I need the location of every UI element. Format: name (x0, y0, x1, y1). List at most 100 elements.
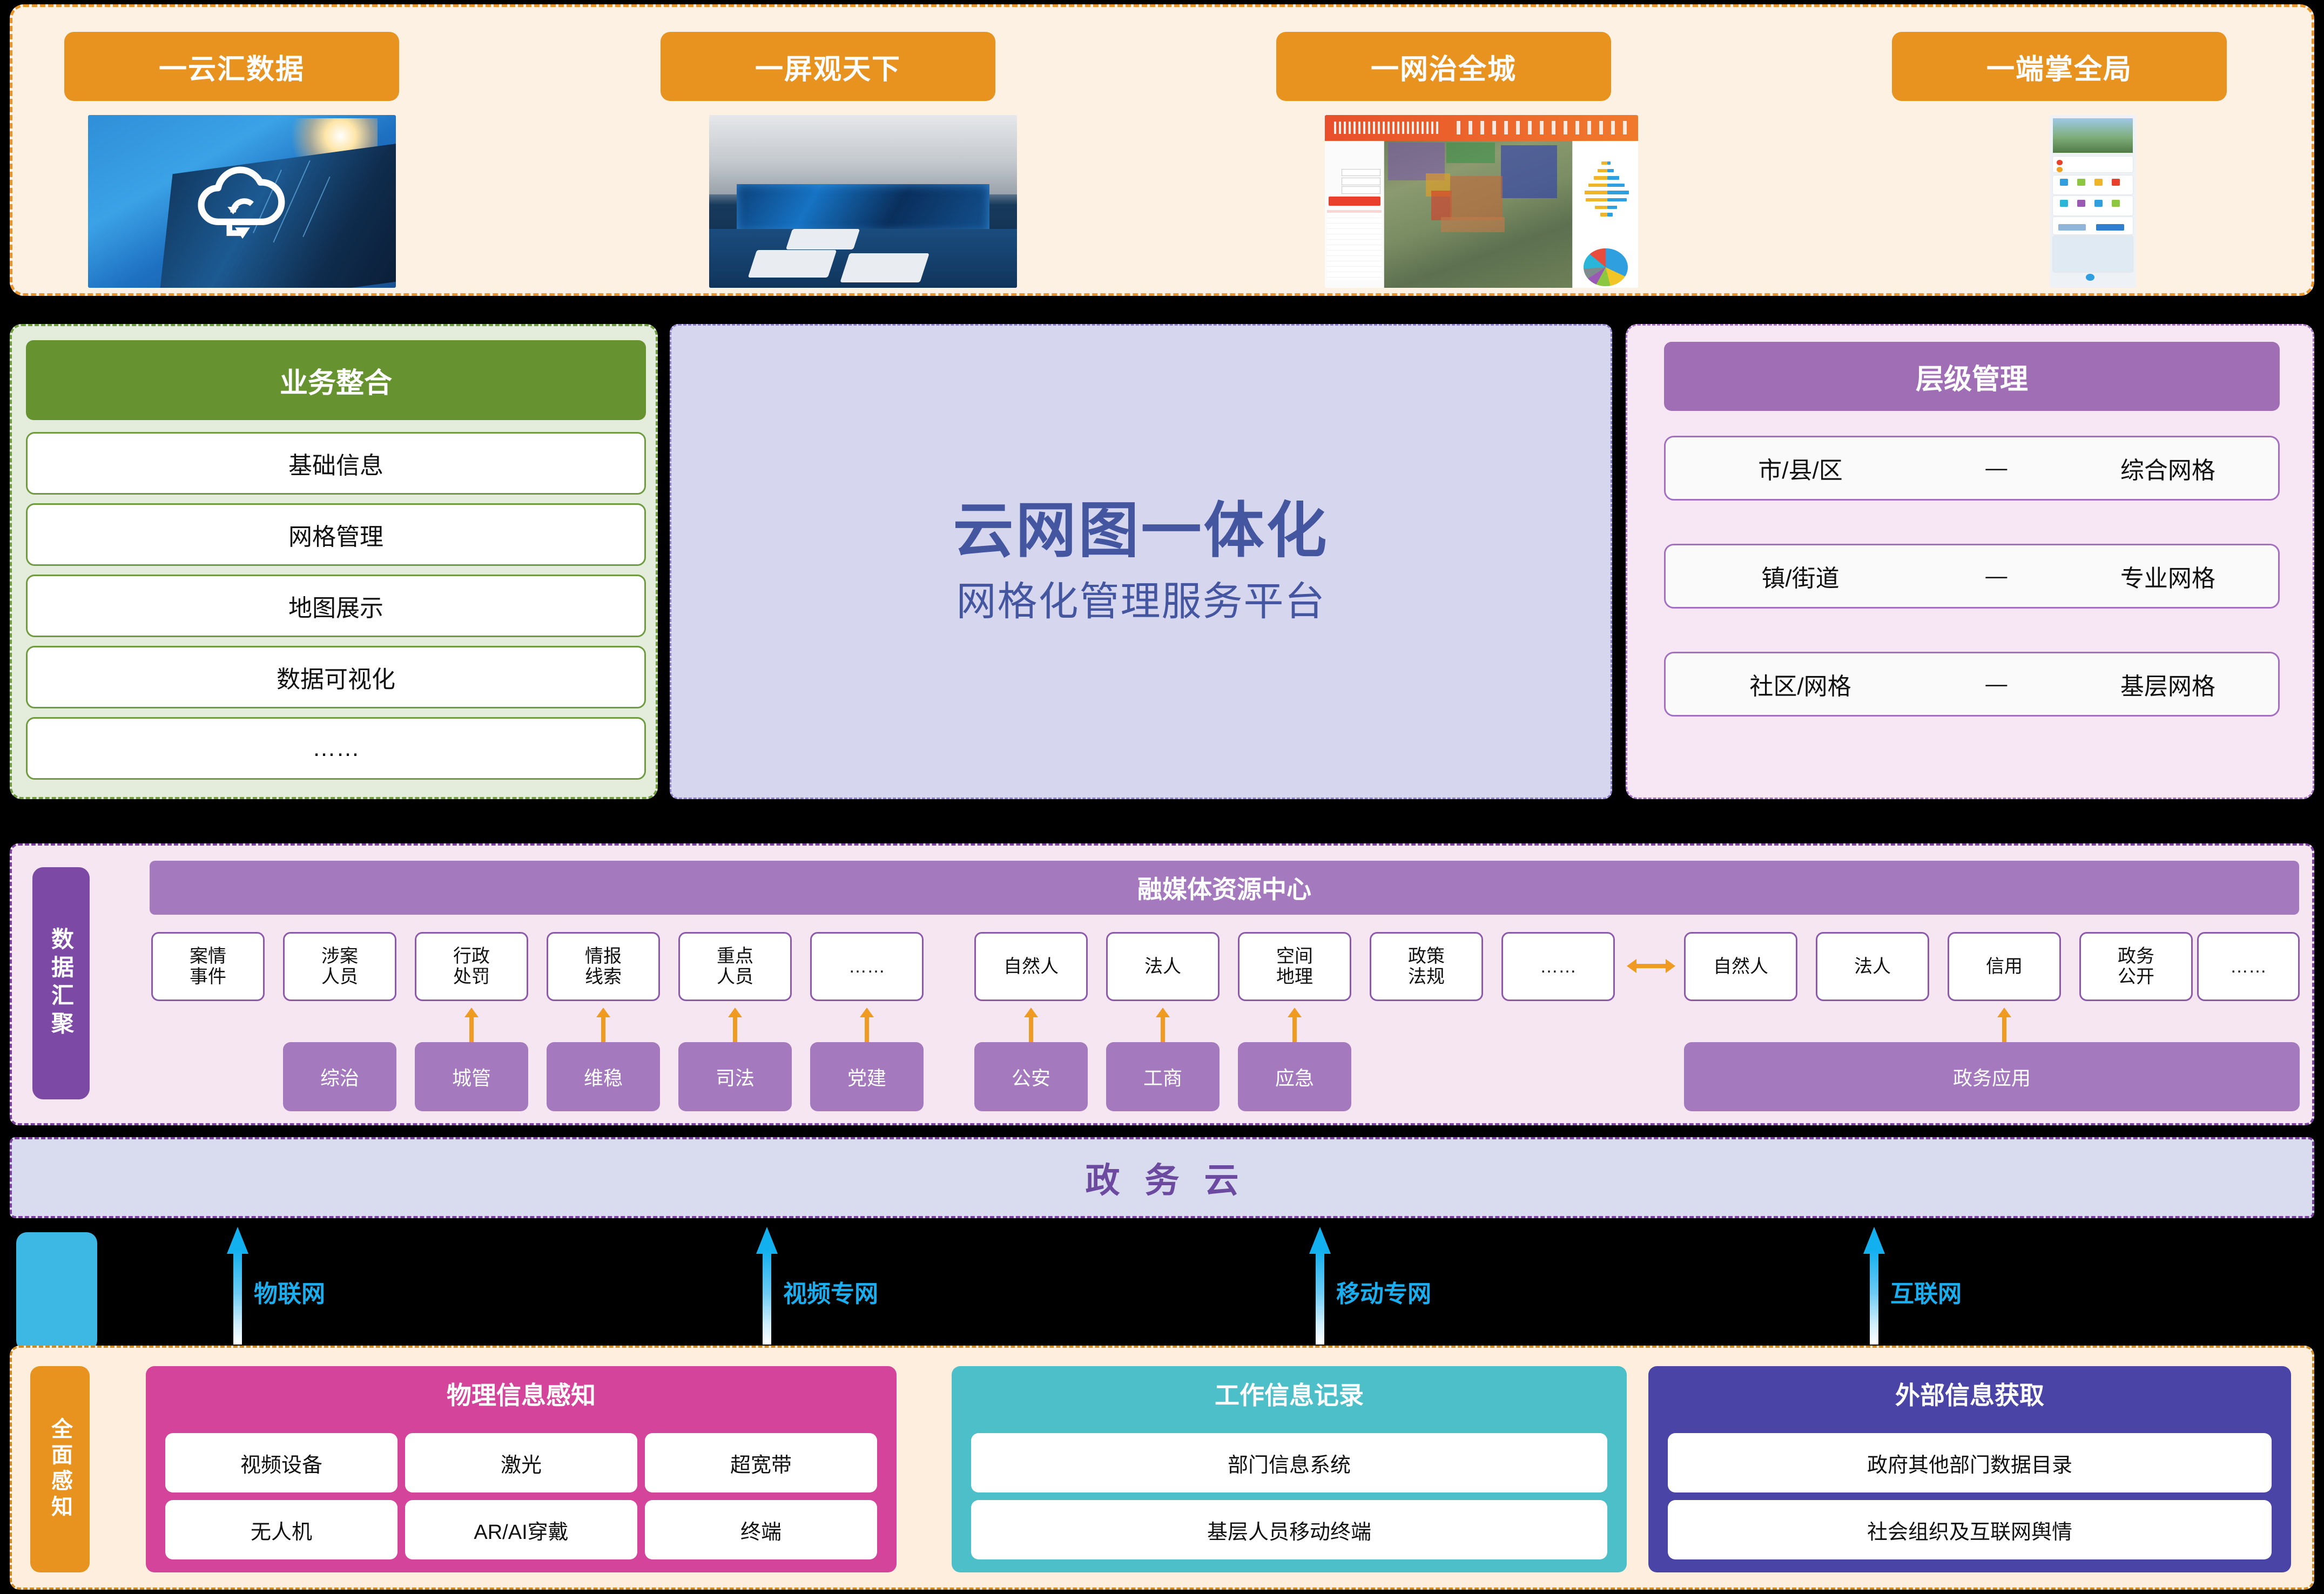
department-chip[interactable]: 公安 (974, 1042, 1088, 1111)
cloud-sync-icon (198, 166, 285, 239)
perception-cell[interactable]: 政府其他部门数据目录 (1668, 1433, 2272, 1492)
platform-title: 云网图一体化 (953, 497, 1329, 565)
hierarchy-management-panel: 层级管理 市/县/区 — 综合网格 镇/街道 — 专业网格 社区/网格 — 基层… (1626, 324, 2314, 799)
hierarchy-grid-type: 专业网格 (2120, 565, 2215, 592)
data-chip[interactable]: 空间 地理 (1238, 932, 1351, 1001)
perception-cell[interactable]: 无人机 (165, 1500, 398, 1559)
data-chip[interactable]: 政策 法规 (1370, 932, 1483, 1001)
network-arrow-label: 视频专网 (783, 1281, 878, 1307)
department-chip[interactable]: 应急 (1238, 1042, 1351, 1111)
data-chip[interactable]: 情报 线索 (547, 932, 660, 1001)
vision-pill-3[interactable]: 一网治全城 (1276, 32, 1611, 101)
data-chip[interactable]: 法人 (1106, 932, 1220, 1001)
network-arrow-label: 移动专网 (1336, 1281, 1431, 1307)
group-link-arrow (1627, 959, 1675, 973)
full-perception-label: 全面感知 (30, 1366, 90, 1572)
hierarchy-row-2[interactable]: 社区/网格 — 基层网格 (1664, 652, 2280, 717)
network-arrow-label: 互联网 (1890, 1281, 1962, 1307)
network-arrow-label: 物联网 (254, 1281, 325, 1307)
department-chip[interactable]: 工商 (1106, 1042, 1220, 1111)
physical-perception-title: 物理信息感知 (447, 1381, 596, 1409)
business-item-1[interactable]: 网格管理 (26, 503, 646, 566)
data-chip[interactable]: 行政 处罚 (415, 932, 528, 1001)
perception-cell[interactable]: 视频设备 (165, 1433, 398, 1492)
data-chip[interactable]: 案情 事件 (151, 932, 265, 1001)
department-chip[interactable]: 城管 (415, 1042, 528, 1111)
platform-subtitle: 网格化管理服务平台 (956, 578, 1326, 624)
data-chip[interactable]: 重点 人员 (678, 932, 792, 1001)
data-chip[interactable]: 政务 公开 (2079, 932, 2193, 1001)
dash-connector: — (1985, 456, 2008, 480)
department-chip-wide[interactable]: 政务应用 (1684, 1042, 2300, 1111)
control-room-photo (709, 115, 1017, 288)
data-chip[interactable]: 自然人 (1684, 932, 1797, 1001)
government-cloud-label: 政务云 (1085, 1161, 1264, 1200)
perception-cell[interactable]: 部门信息系统 (971, 1433, 1607, 1492)
hierarchy-grid-type: 综合网格 (2120, 457, 2215, 484)
data-aggregation-label: 数据汇聚 (32, 867, 90, 1099)
department-chip[interactable]: 综治 (283, 1042, 396, 1111)
perception-cell[interactable]: 社会组织及互联网舆情 (1668, 1500, 2272, 1559)
data-chip[interactable]: 法人 (1816, 932, 1929, 1001)
business-item-label: 数据可视化 (277, 666, 395, 693)
network-arrow-video (756, 1227, 778, 1345)
network-arrow-internet (1863, 1227, 1885, 1345)
vision-pill-1[interactable]: 一云汇数据 (64, 32, 399, 101)
hierarchy-row-1[interactable]: 镇/街道 — 专业网格 (1664, 544, 2280, 609)
hierarchy-grid-type: 基层网格 (2120, 673, 2215, 700)
dash-connector: — (1985, 672, 2008, 696)
hierarchy-level-name: 镇/街道 (1761, 565, 1840, 592)
network-arrow-iot (227, 1227, 248, 1345)
business-item-label: 基础信息 (288, 452, 383, 479)
vision-pill-label: 一屏观天下 (755, 53, 901, 85)
gis-dashboard-screenshot (1325, 115, 1638, 288)
perception-cell[interactable]: 超宽带 (645, 1433, 877, 1492)
vision-pill-label: 一网治全城 (1370, 53, 1517, 85)
platform-core-panel: 云网图一体化 网格化管理服务平台 (670, 324, 1612, 799)
business-item-4[interactable]: …… (26, 717, 646, 780)
perception-cell[interactable]: 激光 (405, 1433, 637, 1492)
data-chip[interactable]: 自然人 (974, 932, 1088, 1001)
hierarchy-level-name: 市/县/区 (1758, 457, 1843, 484)
perception-cell[interactable]: 终端 (645, 1500, 877, 1559)
vision-pill-4[interactable]: 一端掌全局 (1892, 32, 2227, 101)
work-record-title: 工作信息记录 (1215, 1381, 1364, 1409)
data-chip[interactable]: …… (2197, 932, 2300, 1001)
hierarchy-row-0[interactable]: 市/县/区 — 综合网格 (1664, 436, 2280, 501)
department-chip[interactable]: 维稳 (547, 1042, 660, 1111)
business-integration-panel: 业务整合 基础信息 网格管理 地图展示 数据可视化 …… (10, 324, 658, 799)
data-chip[interactable]: …… (810, 932, 924, 1001)
hierarchy-level-name: 社区/网格 (1749, 673, 1851, 700)
perception-cell[interactable]: AR/AI穿戴 (405, 1500, 637, 1559)
data-aggregation-section: 数据汇聚 融媒体资源中心 案情 事件 涉案 人员 行政 处罚 情报 线索 重点 人员 ……… (10, 843, 2314, 1125)
hierarchy-title: 层级管理 (1664, 342, 2280, 411)
perception-section: 全面感知 物理信息感知 视频设备 激光 超宽带 无人机 AR/AI穿戴 终端 工… (10, 1346, 2314, 1590)
business-integration-title: 业务整合 (26, 340, 646, 420)
business-item-2[interactable]: 地图展示 (26, 575, 646, 637)
business-item-0[interactable]: 基础信息 (26, 432, 646, 495)
media-resource-center-bar: 融媒体资源中心 (150, 861, 2299, 915)
business-item-label: 网格管理 (288, 524, 383, 550)
business-item-label: …… (312, 735, 360, 761)
department-chip[interactable]: 党建 (810, 1042, 924, 1111)
perception-cell[interactable]: 基层人员移动终端 (971, 1500, 1607, 1559)
department-chip[interactable]: 司法 (678, 1042, 792, 1111)
vision-pill-label: 一云汇数据 (158, 53, 305, 85)
work-record-panel: 工作信息记录 部门信息系统 基层人员移动终端 (952, 1366, 1627, 1572)
data-chip[interactable]: 信用 (1948, 932, 2061, 1001)
physical-perception-panel: 物理信息感知 视频设备 激光 超宽带 无人机 AR/AI穿戴 终端 (146, 1366, 897, 1572)
business-item-3[interactable]: 数据可视化 (26, 646, 646, 708)
business-item-label: 地图展示 (288, 595, 383, 622)
network-arrow-mobile (1309, 1227, 1331, 1345)
dash-connector: — (1985, 564, 2008, 588)
mobile-app-screenshot (2050, 115, 2136, 288)
cloud-data-photo (88, 115, 396, 288)
internet-network-label (16, 1232, 97, 1351)
vision-pill-2[interactable]: 一屏观天下 (661, 32, 995, 101)
government-cloud-bar: 政务云 (10, 1137, 2314, 1218)
vision-pill-label: 一端掌全局 (1986, 53, 2132, 85)
data-chip[interactable]: …… (1501, 932, 1615, 1001)
external-info-panel: 外部信息获取 政府其他部门数据目录 社会组织及互联网舆情 (1648, 1366, 2291, 1572)
data-chip[interactable]: 涉案 人员 (283, 932, 396, 1001)
external-info-title: 外部信息获取 (1895, 1381, 2044, 1409)
